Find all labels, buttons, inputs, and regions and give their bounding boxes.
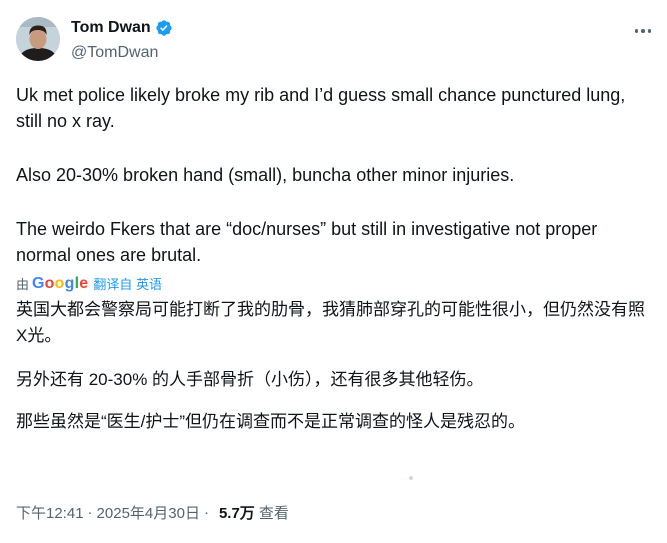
- avatar-image: [16, 17, 60, 61]
- view-count-label: 查看: [258, 505, 289, 522]
- google-logo: Google: [32, 274, 89, 292]
- more-icon-dot: [647, 29, 652, 33]
- more-icon-dot: [641, 29, 645, 33]
- tweet-paragraph: The weirdo Fkers that are “doc/nurses” b…: [16, 219, 598, 265]
- translated-paragraph: 英国大都会警察局可能打断了我的肋骨，我猜肺部穿孔的可能性很小，但仍然没有照X光。: [16, 300, 645, 345]
- tweet-paragraph: Uk met police likely broke my rib and I’…: [16, 85, 626, 131]
- author-name[interactable]: Tom Dwan: [71, 19, 151, 37]
- tweet-date[interactable]: 2025年4月30日: [97, 502, 200, 523]
- tweet-paragraph: Also 20-30% broken hand (small), buncha …: [16, 165, 515, 185]
- translation-source-link[interactable]: 翻译自 英语: [93, 274, 162, 293]
- translation-prefix: 由: [16, 277, 30, 292]
- translated-paragraph: 另外还有 20-30% 的人手部骨折（小伤），还有很多其他轻伤。: [16, 370, 484, 389]
- tweet-time[interactable]: 下午12:41: [16, 502, 84, 523]
- more-button[interactable]: [626, 20, 660, 42]
- author-handle[interactable]: @TomDwan: [71, 44, 158, 62]
- translation-attribution: 由 Google 翻译自 英语: [16, 274, 162, 293]
- tweet-meta: 下午12:41 · 2025年4月30日 · 5.7万 查看: [16, 502, 289, 523]
- meta-separator: ·: [203, 504, 209, 521]
- author-name-row[interactable]: Tom Dwan: [71, 19, 173, 37]
- more-icon-dot: [634, 29, 639, 33]
- translated-paragraph: 那些虽然是“医生/护士”但仍在调查而不是正常调查的怪人是残忍的。: [16, 412, 526, 431]
- verified-badge-icon: [156, 20, 172, 36]
- meta-separator: ·: [87, 504, 93, 521]
- view-count[interactable]: 5.7万: [219, 502, 255, 523]
- divider-dot: [409, 476, 413, 480]
- avatar[interactable]: [16, 17, 60, 61]
